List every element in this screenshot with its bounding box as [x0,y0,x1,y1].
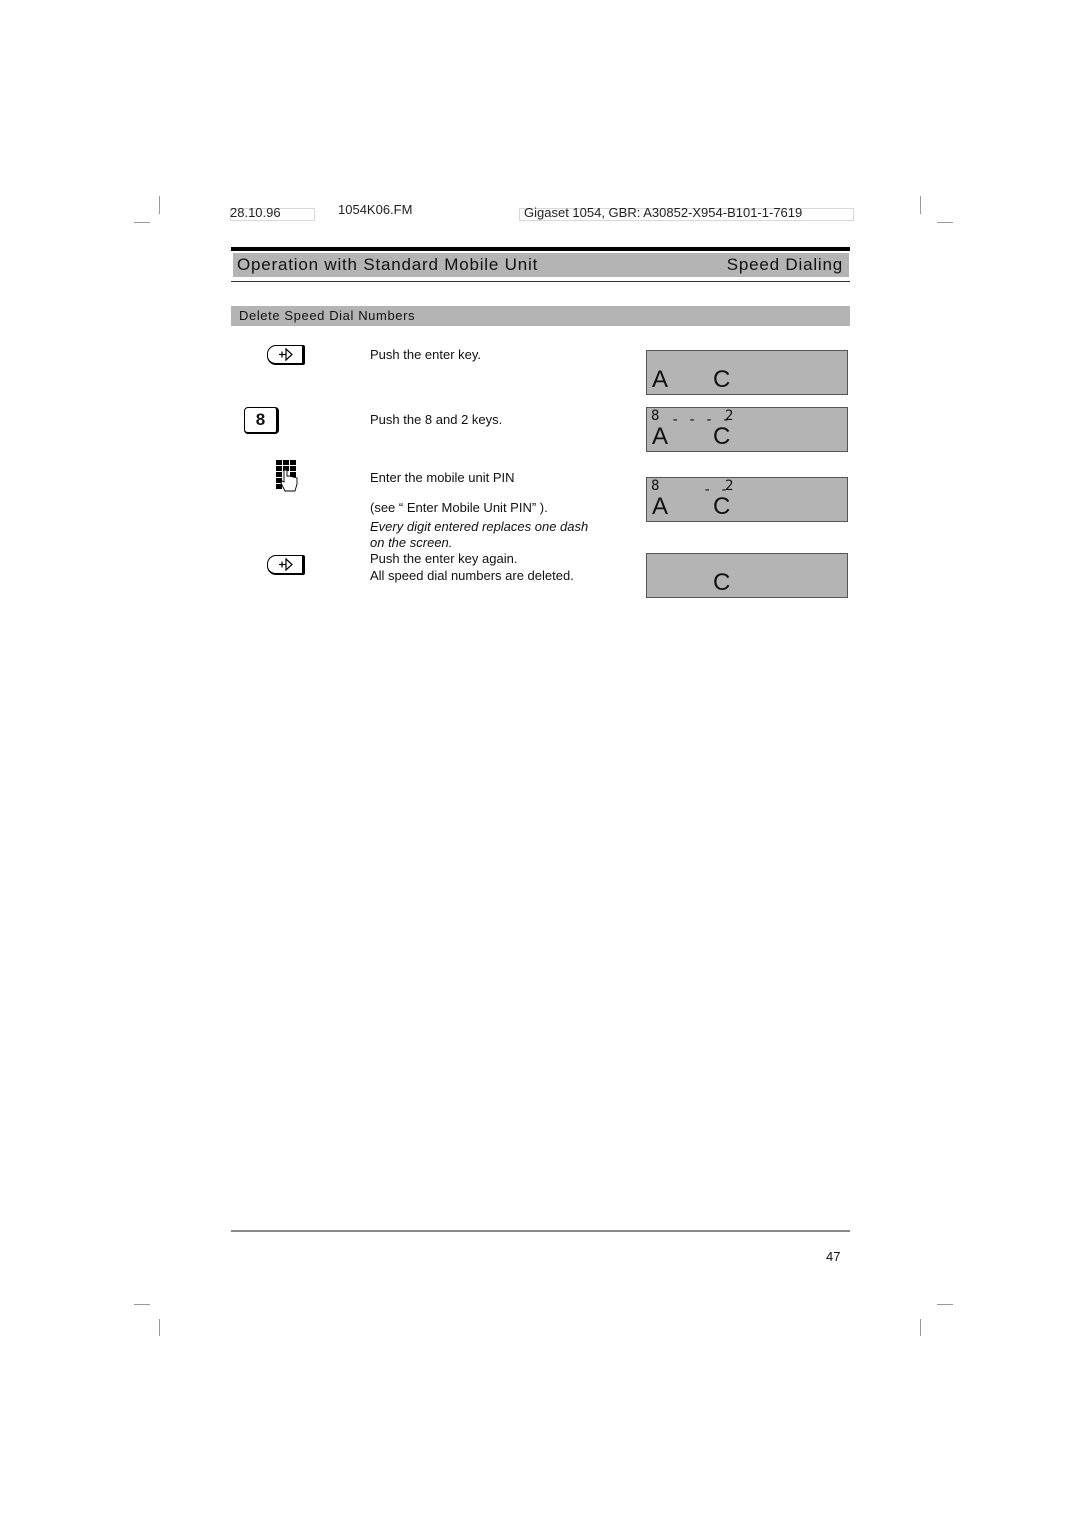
lcd-display-3: 8 - - 2 A C [646,477,848,522]
step-3-reference: (see “ Enter Mobile Unit PIN” ). [370,500,548,515]
title-rule-top [231,247,850,251]
lcd-display-1: A C [646,350,848,395]
step-1-text: Push the enter key. [370,347,482,362]
enter-key-icon [267,345,305,365]
crop-mark [134,1304,150,1305]
step-4-result: All speed dial numbers are deleted. [370,568,574,583]
section-title: Delete Speed Dial Numbers [239,308,416,323]
lcd-symbol-a: A [652,366,669,393]
step-2-text: Push the 8 and 2 keys. [370,412,503,427]
header-doc-ref: Gigaset 1054, GBR: A30852-X954-B101-1-76… [524,205,803,220]
topic-title: Speed Dialing [726,255,843,274]
crop-mark [937,1304,953,1305]
lcd-digit-right: 2 [725,478,734,494]
step-3-note-2: on the screen. [370,535,453,550]
key-8-icon: 8 [244,407,279,434]
header-date: 28.10.96 [230,205,281,220]
step-3-text: Enter the mobile unit PIN [370,470,515,485]
step-4-text: Push the enter key again. [370,551,518,566]
step-3-note: Every digit entered replaces one dash [370,519,589,534]
enter-arrow-icon [279,347,293,362]
lcd-symbol-c: C [713,493,731,520]
crop-mark [937,222,953,223]
crop-mark [134,222,150,223]
title-bar: Operation with Standard Mobile Unit Spee… [233,253,849,277]
header-file: 1054K06.FM [338,202,413,217]
chapter-title: Operation with Standard Mobile Unit [237,255,539,274]
lcd-display-2: 8 - - - - 2 A C [646,407,848,452]
crop-mark [920,1319,921,1336]
crop-mark [920,196,921,214]
lcd-symbol-c: C [713,423,731,450]
keypad-hand-icon [276,460,300,492]
section-bar: Delete Speed Dial Numbers [231,306,850,326]
lcd-digit-left: 8 [651,478,660,494]
crop-mark [159,196,160,214]
lcd-symbol-c: C [713,569,731,596]
enter-arrow-icon [279,557,293,572]
lcd-symbol-a: A [652,423,669,450]
crop-mark [159,1319,160,1336]
lcd-digit-right: 2 [725,408,734,424]
footer-rule [231,1230,850,1232]
lcd-symbol-c: C [713,366,731,393]
title-rule-bottom [231,281,850,282]
enter-key-icon [267,555,305,575]
lcd-digit-left: 8 [651,408,660,424]
page-number: 47 [826,1249,841,1264]
lcd-display-4: C [646,553,848,598]
lcd-symbol-a: A [652,493,669,520]
